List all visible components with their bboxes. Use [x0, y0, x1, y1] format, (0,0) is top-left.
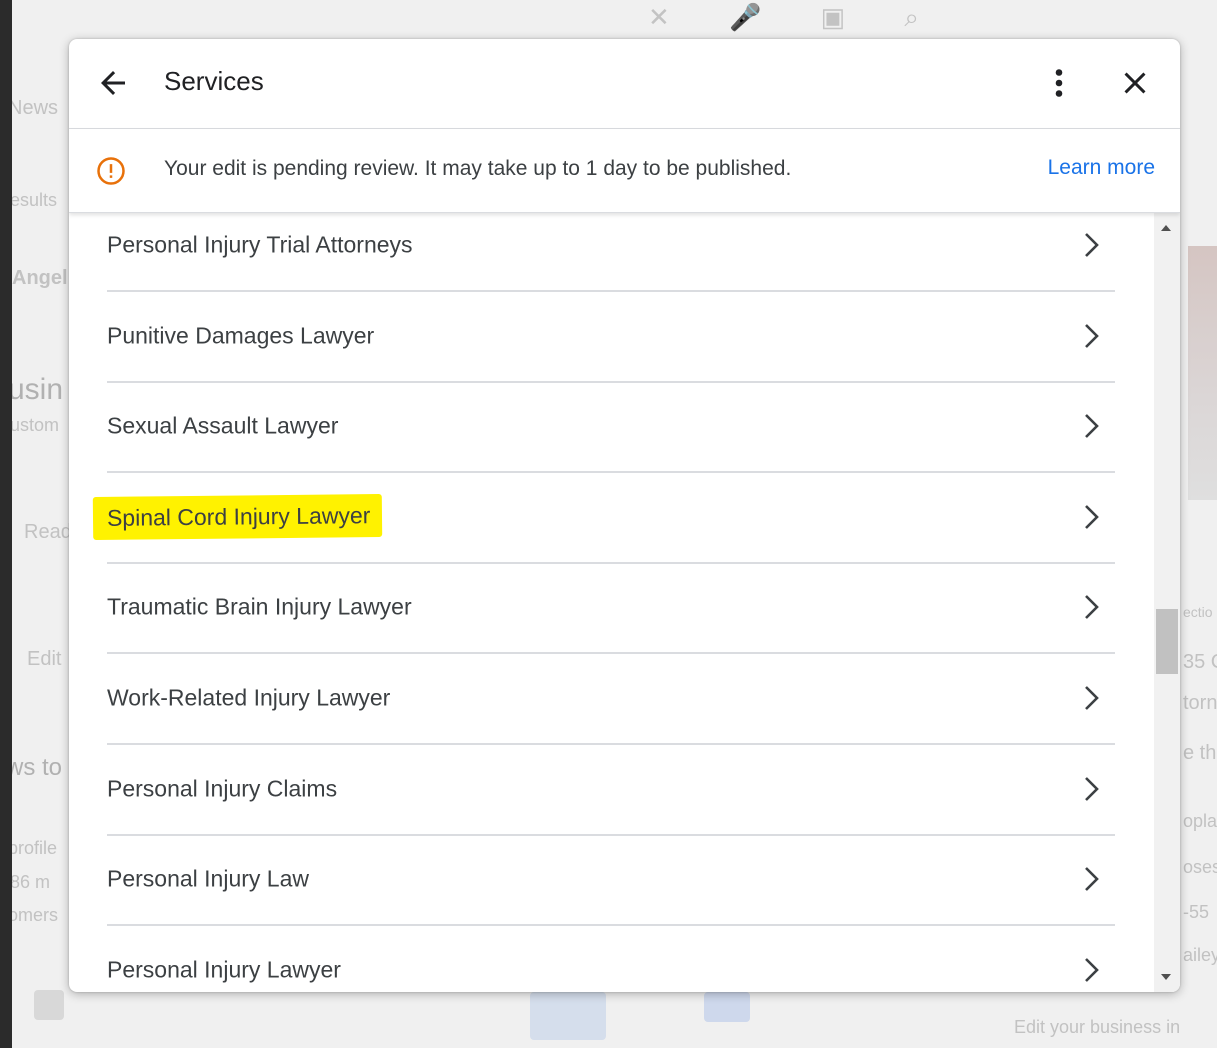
service-label-highlighted: Spinal Cord Injury Lawyer: [92, 493, 383, 541]
notice-text: Your edit is pending review. It may take…: [164, 157, 792, 180]
service-label: Personal Injury Claims: [107, 775, 338, 802]
scrollbar-thumb[interactable]: [1156, 609, 1178, 674]
list-item[interactable]: Work-Related Injury Lawyer: [107, 653, 1115, 745]
list-item[interactable]: Personal Injury Claims: [107, 744, 1115, 836]
list-item[interactable]: Personal Injury Law: [107, 834, 1115, 926]
close-icon[interactable]: [1117, 65, 1153, 101]
dialog-header: Services: [69, 39, 1180, 129]
dialog-title: Services: [164, 66, 264, 96]
scroll-down-arrow-icon[interactable]: [1161, 974, 1171, 980]
service-label: Work-Related Injury Lawyer: [107, 684, 391, 711]
list-item[interactable]: Traumatic Brain Injury Lawyer: [107, 562, 1115, 654]
list-item[interactable]: Punitive Damages Lawyer: [107, 291, 1115, 383]
service-label: Punitive Damages Lawyer: [107, 322, 375, 349]
back-arrow-icon[interactable]: [95, 65, 131, 101]
more-vert-icon[interactable]: [1044, 65, 1074, 101]
chevron-right-icon: [1085, 595, 1099, 619]
pending-review-notice: Your edit is pending review. It may take…: [69, 129, 1180, 213]
chevron-right-icon: [1085, 777, 1099, 801]
list-scrollbar[interactable]: [1154, 213, 1180, 992]
chevron-right-icon: [1085, 686, 1099, 710]
chevron-right-icon: [1085, 867, 1099, 891]
service-label: Personal Injury Lawyer: [107, 956, 341, 983]
list-item[interactable]: Spinal Cord Injury Lawyer: [92, 472, 1115, 564]
chevron-right-icon: [1085, 958, 1099, 982]
service-label: Traumatic Brain Injury Lawyer: [107, 593, 412, 620]
chevron-right-icon: [1085, 505, 1099, 529]
chevron-right-icon: [1085, 324, 1099, 348]
services-list: Personal Injury Trial Attorneys Punitive…: [69, 213, 1154, 992]
warning-circle-icon: [96, 156, 126, 186]
list-item[interactable]: Personal Injury Trial Attorneys: [107, 213, 1115, 292]
service-label: Personal Injury Law: [107, 865, 309, 892]
list-item[interactable]: Sexual Assault Lawyer: [107, 381, 1115, 473]
chevron-right-icon: [1085, 233, 1099, 257]
scroll-up-arrow-icon[interactable]: [1161, 225, 1171, 231]
list-item[interactable]: Personal Injury Lawyer: [107, 925, 1115, 992]
service-label: Sexual Assault Lawyer: [107, 412, 339, 439]
learn-more-link[interactable]: Learn more: [1048, 156, 1155, 180]
chevron-right-icon: [1085, 414, 1099, 438]
service-label: Personal Injury Trial Attorneys: [107, 231, 413, 258]
services-dialog: Services Your edit is pending review. It…: [69, 39, 1180, 992]
